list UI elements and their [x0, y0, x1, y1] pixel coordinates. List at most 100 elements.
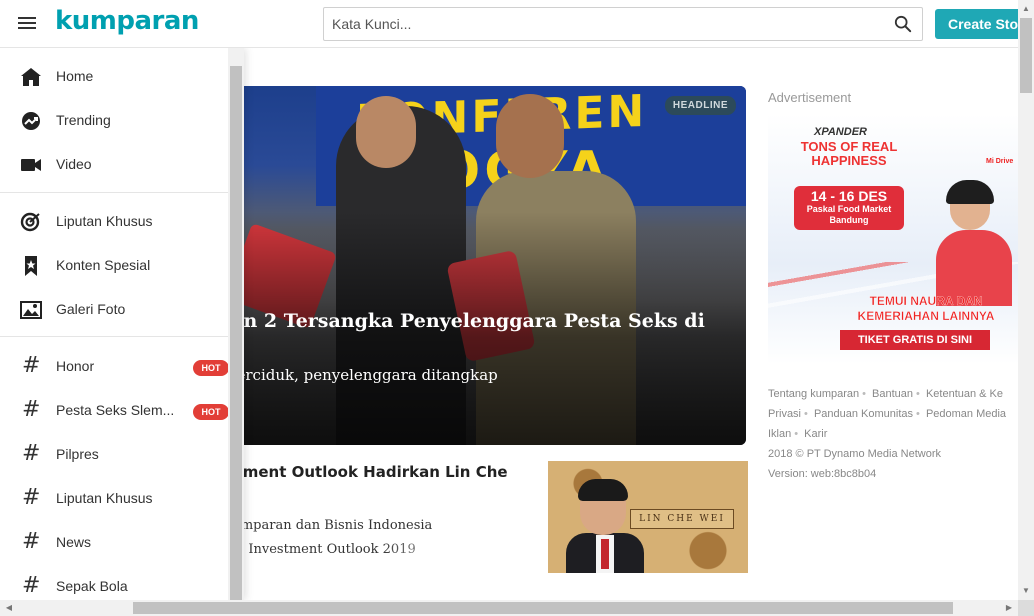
- footer-link[interactable]: Ketentuan & Ke: [926, 388, 1003, 400]
- version: Version: web:8bc8b04: [768, 468, 877, 480]
- sidebar-item-label: Pesta Seks Slem...: [56, 402, 175, 418]
- scroll-right-arrow-icon[interactable]: ▶: [1004, 603, 1014, 613]
- hashtag-icon: #: [22, 529, 41, 554]
- copyright-block: 2018 © PT Dynamo Media Network Version: …: [768, 444, 941, 484]
- hashtag-icon: #: [22, 397, 41, 422]
- footer-link[interactable]: Karir: [804, 428, 827, 440]
- top-header: kumparan Create Story: [0, 0, 1034, 48]
- menu-icon-bar: [18, 22, 36, 24]
- hashtag-icon: #: [22, 441, 41, 466]
- footer-separator: •: [794, 428, 799, 440]
- menu-icon-bar: [18, 27, 36, 29]
- target-icon: [20, 212, 40, 232]
- sidebar-item-liputan-khusus[interactable]: Liputan Khusus: [0, 200, 228, 244]
- sidebar-item-label: Honor: [56, 358, 95, 374]
- home-icon: [21, 68, 41, 86]
- ad-dates-box: 14 - 16 DES Paskal Food Market Bandung: [794, 186, 904, 230]
- image-icon: [20, 301, 42, 319]
- sidebar-topic-pilpres[interactable]: # Pilpres: [0, 433, 228, 477]
- footer-separator: •: [916, 388, 920, 400]
- menu-icon[interactable]: [18, 14, 38, 32]
- headline-story-card[interactable]: KONFEREN OGYA HEADLINE eo kan 2 Tersangk…: [196, 86, 746, 445]
- page: KONFEREN OGYA HEADLINE eo kan 2 Tersangk…: [0, 0, 1034, 616]
- footer-link[interactable]: Bantuan: [872, 388, 913, 400]
- hero-shade: [196, 86, 746, 445]
- ad-cta[interactable]: TIKET GRATIS DI SINI: [840, 330, 990, 350]
- sidebar-item-konten-spesial[interactable]: Konten Spesial: [0, 244, 228, 288]
- footer-link[interactable]: Tentang kumparan: [768, 388, 859, 400]
- sidebar-topic-news[interactable]: # News: [0, 521, 228, 565]
- thumbnail-nameplate: LIN CHE WEI: [630, 509, 734, 529]
- hashtag-icon: #: [22, 573, 41, 598]
- scrollbar-corner: [1018, 600, 1034, 616]
- scroll-left-arrow-icon[interactable]: ◀: [4, 603, 14, 613]
- portrait-hair: [578, 479, 628, 501]
- sidebar-item-video[interactable]: Video: [0, 143, 228, 187]
- hero-title[interactable]: kan 2 Tersangka Penyelenggara Pesta Seks…: [218, 308, 738, 334]
- horizontal-scrollbar-thumb[interactable]: [133, 602, 953, 614]
- story-description: gan kumparan dan Bisnis Indonesia my and…: [196, 514, 536, 562]
- footer-link[interactable]: Privasi: [768, 408, 801, 420]
- story-description-line: my and Investment Outlook 2019: [196, 542, 416, 557]
- sidebar-scrollbar-thumb[interactable]: [230, 66, 242, 600]
- vertical-scrollbar-thumb[interactable]: [1020, 18, 1032, 93]
- sidebar-item-label: Galeri Foto: [56, 301, 126, 317]
- headline-badge: HEADLINE: [664, 96, 736, 115]
- sidebar-item-label: Trending: [56, 112, 111, 128]
- sidebar-divider: [0, 192, 228, 193]
- sidebar-topic-sepak-bola[interactable]: # Sepak Bola: [0, 565, 228, 600]
- search-box: [323, 7, 923, 41]
- trending-icon: [22, 112, 40, 130]
- sidebar-topic-honor[interactable]: # Honor HOT: [0, 345, 229, 389]
- ad-dates: 14 - 16 DES: [810, 188, 888, 204]
- sidebar-item-label: News: [56, 534, 92, 550]
- hot-badge: HOT: [193, 360, 229, 376]
- sidebar-topic-liputan-khusus[interactable]: # Liputan Khusus: [0, 477, 228, 521]
- hashtag-icon: #: [22, 485, 41, 510]
- footer-link[interactable]: Pedoman Media: [926, 408, 1006, 420]
- hot-badge: HOT: [193, 404, 229, 420]
- ad-corner-brand: Mi Drive: [986, 158, 1014, 165]
- ad-headline: TONS OF REAL HAPPINESS: [800, 139, 898, 168]
- scroll-down-arrow-icon[interactable]: ▼: [1021, 586, 1031, 596]
- sidebar-topic-pesta-seks[interactable]: # Pesta Seks Slem... HOT: [0, 389, 229, 433]
- footer-link[interactable]: Panduan Komunitas: [814, 408, 913, 420]
- portrait-tie: [601, 539, 609, 569]
- sidebar-divider: [0, 336, 228, 337]
- footer-links: Tentang kumparan • Bantuan • Ketentuan & K…: [768, 384, 1018, 444]
- hashtag-icon: #: [22, 353, 41, 378]
- sidebar-item-label: Liputan Khusus: [56, 213, 153, 229]
- search-input[interactable]: [324, 8, 884, 40]
- scroll-up-arrow-icon[interactable]: ▲: [1021, 4, 1031, 14]
- ad-label: Advertisement: [768, 90, 852, 105]
- sidebar-item-galeri-foto[interactable]: Galeri Foto: [0, 288, 228, 332]
- sidebar-item-label: Video: [56, 156, 92, 172]
- sidebar-item-trending[interactable]: Trending: [0, 99, 228, 143]
- copyright: 2018 © PT Dynamo Media Network: [768, 448, 941, 460]
- story-fade: [380, 532, 480, 562]
- footer-link[interactable]: Iklan: [768, 428, 791, 440]
- sidebar-item-label: Pilpres: [56, 446, 99, 462]
- sidebar-item-label: Liputan Khusus: [56, 490, 153, 506]
- ad-person: [936, 180, 1012, 306]
- hero-description: s terciduk, penyelenggara ditangkap: [218, 366, 498, 384]
- search-icon[interactable]: [894, 15, 912, 33]
- sidebar-item-label: Sepak Bola: [56, 578, 128, 594]
- ad-venue: Paskal Food Market Bandung: [806, 204, 892, 225]
- sidebar-menu: Home Trending Video Liputan Khusus Konte…: [0, 48, 244, 600]
- ad-person-hair: [946, 180, 994, 204]
- story-thumbnail[interactable]: LIN CHE WEI: [548, 461, 748, 573]
- sidebar-item-label: Home: [56, 68, 94, 84]
- story-title[interactable]: nvestment Outlook Hadirkan Lin Cheoro: [196, 462, 536, 504]
- menu-icon-bar: [18, 17, 36, 19]
- ad-tagline: TEMUI NAURA DAN KEMERIAHAN LAINNYA: [857, 294, 995, 323]
- story-description-line: gan kumparan dan Bisnis Indonesia: [196, 518, 433, 533]
- bookmark-star-icon: [25, 256, 37, 276]
- footer-separator: •: [804, 408, 808, 420]
- sidebar-item-home[interactable]: Home: [0, 55, 228, 99]
- kumparan-logo[interactable]: kumparan: [55, 6, 199, 36]
- video-icon: [21, 159, 41, 171]
- footer-separator: •: [862, 388, 866, 400]
- footer-separator: •: [916, 408, 920, 420]
- advertisement-banner[interactable]: XPANDER TONS OF REAL HAPPINESS 14 - 16 D…: [768, 114, 1018, 364]
